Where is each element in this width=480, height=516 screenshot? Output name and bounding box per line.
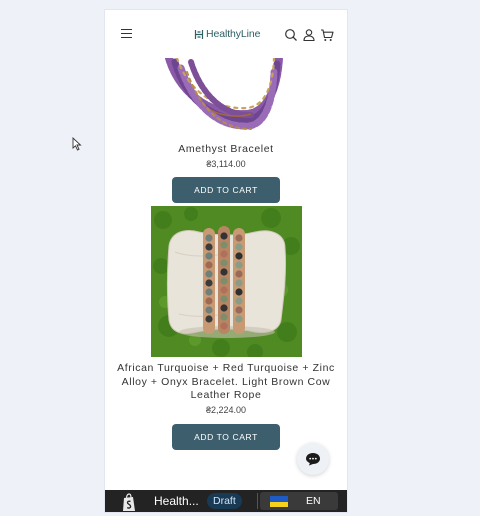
cart-icon[interactable]: [320, 27, 334, 41]
chat-icon[interactable]: [297, 443, 329, 475]
product-price: ₴3,114.00: [206, 159, 246, 169]
store-name: Health...: [154, 494, 199, 508]
mouse-cursor-icon: [72, 136, 82, 151]
product-price: ₴2,224.00: [205, 405, 247, 415]
draft-status-badge: Draft: [207, 493, 242, 509]
logo-mark-icon: [194, 29, 204, 39]
language-label: EN: [306, 495, 321, 507]
preview-bar: Health... Draft EN: [105, 490, 347, 512]
add-to-cart-button[interactable]: ADD TO CART: [172, 177, 280, 203]
ukraine-flag-icon: [270, 496, 288, 507]
amethyst-bracelet-image[interactable]: [151, 58, 301, 134]
hamburger-icon[interactable]: [121, 29, 132, 38]
search-icon[interactable]: [284, 27, 298, 41]
logo-text: HealthyLine: [206, 28, 261, 40]
product-title[interactable]: Amethyst Bracelet: [105, 143, 347, 157]
storefront-preview: HealthyLine Amethyst Bracelet ₴3,114.00 …: [105, 10, 347, 512]
site-logo[interactable]: HealthyLine: [194, 27, 260, 41]
divider: [257, 493, 258, 509]
product-title[interactable]: African Turquoise + Red Turquoise + Zinc…: [105, 362, 347, 403]
language-selector[interactable]: EN: [260, 492, 338, 510]
site-header: HealthyLine: [105, 10, 347, 58]
stacked-bracelets-image[interactable]: [151, 206, 302, 357]
add-to-cart-button[interactable]: ADD TO CART: [172, 424, 280, 450]
shopify-logo-icon[interactable]: [121, 493, 137, 512]
user-icon[interactable]: [302, 27, 316, 42]
